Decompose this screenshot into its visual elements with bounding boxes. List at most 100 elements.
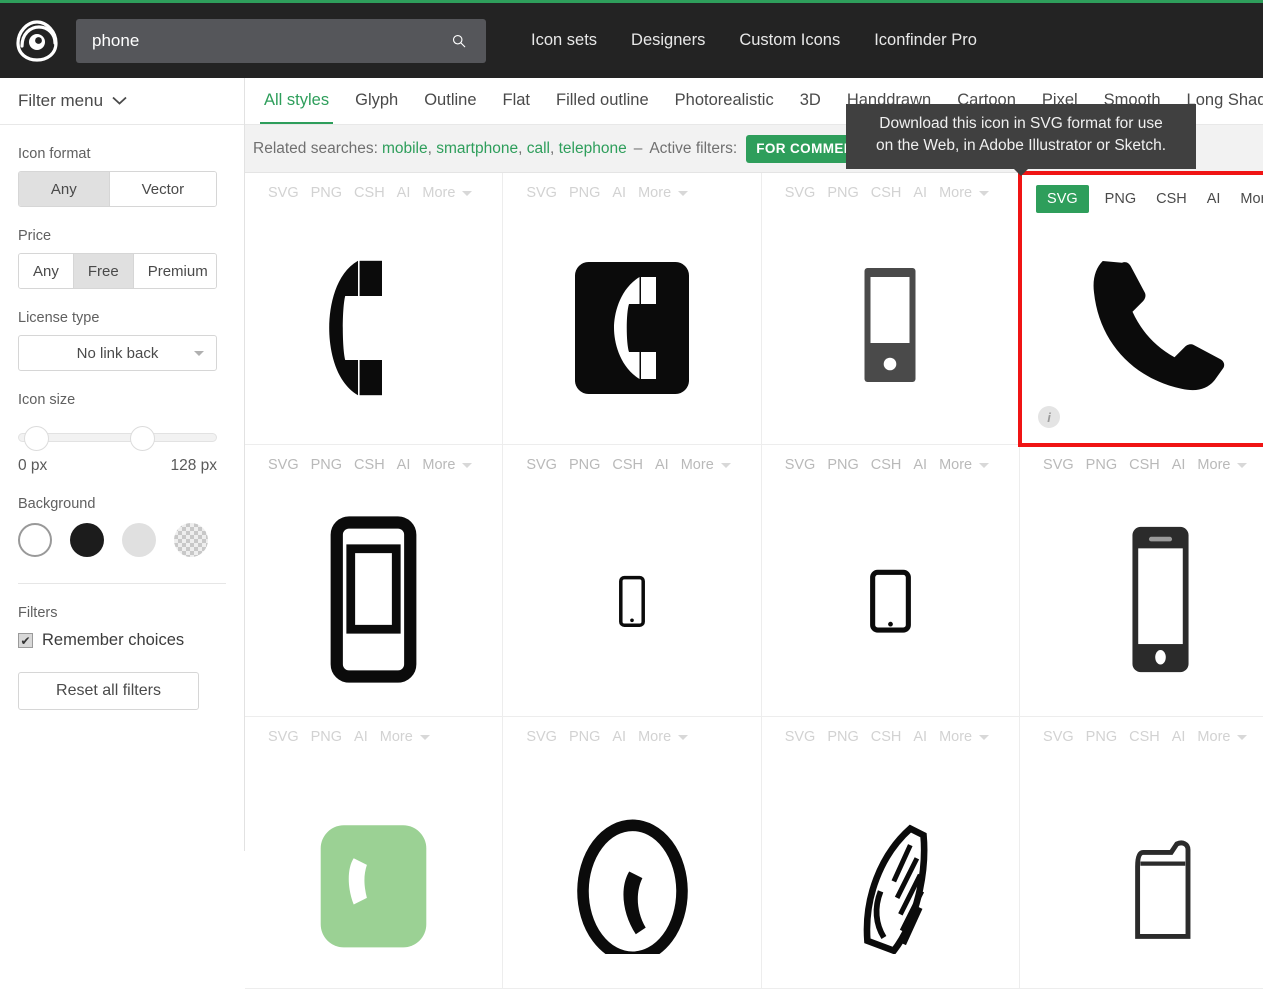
search-input[interactable] [90, 30, 446, 52]
background-swatch-transparent[interactable] [174, 523, 208, 557]
icon-format-option-any[interactable]: Any [19, 172, 110, 206]
search-bar[interactable] [76, 19, 486, 63]
format-svg[interactable]: SVG [1043, 457, 1074, 473]
format-svg[interactable]: SVG [785, 729, 816, 745]
icon-card[interactable]: SVG PNG CSH AI More [503, 445, 761, 717]
format-ai[interactable]: AI [1172, 729, 1186, 745]
format-csh[interactable]: CSH [1129, 457, 1160, 473]
format-png[interactable]: PNG [569, 185, 600, 201]
format-csh[interactable]: CSH [354, 185, 385, 201]
format-ai[interactable]: AI [354, 729, 368, 745]
related-term-call[interactable]: call [527, 140, 550, 158]
format-ai[interactable]: AI [655, 457, 669, 473]
info-icon[interactable]: i [1038, 406, 1060, 428]
format-png[interactable]: PNG [311, 457, 342, 473]
format-png[interactable]: PNG [827, 457, 858, 473]
icon-card[interactable]: SVG PNG CSH AI More [762, 445, 1020, 717]
background-swatch-black[interactable] [70, 523, 104, 557]
icon-card[interactable]: SVG PNG AI More [503, 717, 761, 989]
icon-card[interactable]: SVG PNG CSH AI More [1020, 445, 1263, 717]
search-icon[interactable] [446, 28, 472, 54]
format-ai[interactable]: AI [397, 185, 411, 201]
format-png[interactable]: PNG [569, 729, 600, 745]
nav-item-custom-icons[interactable]: Custom Icons [722, 31, 857, 50]
format-png[interactable]: PNG [827, 185, 858, 201]
iconfinder-eye-logo[interactable] [14, 18, 60, 64]
format-svg[interactable]: SVG [1043, 729, 1074, 745]
format-csh[interactable]: CSH [871, 729, 902, 745]
icon-card[interactable]: SVG PNG CSH AI More [762, 173, 1020, 445]
icon-card[interactable]: SVG PNG AI More [503, 173, 761, 445]
tab-flat[interactable]: Flat [490, 78, 544, 125]
license-type-select[interactable]: No link back [18, 335, 217, 371]
format-more[interactable]: More [380, 729, 430, 745]
reset-all-filters-button[interactable]: Reset all filters [18, 672, 199, 710]
format-more[interactable]: More [638, 185, 688, 201]
format-ai[interactable]: AI [397, 457, 411, 473]
price-option-premium[interactable]: Premium [134, 254, 217, 288]
format-png[interactable]: PNG [311, 729, 342, 745]
tab-3d[interactable]: 3D [787, 78, 834, 125]
icon-card[interactable]: SVG PNG AI More [245, 717, 503, 989]
icon-card[interactable]: SVG PNG CSH AI More [762, 717, 1020, 989]
remember-choices-checkbox[interactable]: ✔ [18, 633, 33, 648]
format-more[interactable]: More [1197, 729, 1247, 745]
format-ai[interactable]: AI [913, 185, 927, 201]
format-csh[interactable]: CSH [871, 185, 902, 201]
icon-format-segmented-control[interactable]: Any Vector [18, 171, 217, 207]
icon-card[interactable]: SVG PNG CSH AI More [1020, 717, 1263, 989]
price-option-free[interactable]: Free [74, 254, 134, 288]
tab-all-styles[interactable]: All styles [251, 78, 342, 125]
format-ai[interactable]: AI [612, 185, 626, 201]
icon-card[interactable]: SVG PNG CSH AI More [245, 173, 503, 445]
filter-menu-toggle[interactable]: Filter menu [0, 78, 244, 125]
format-svg[interactable]: SVG [268, 457, 299, 473]
related-term-telephone[interactable]: telephone [559, 140, 627, 158]
price-option-any[interactable]: Any [19, 254, 74, 288]
format-more[interactable]: More [939, 185, 989, 201]
background-swatch-light-gray[interactable] [122, 523, 156, 557]
slider-handle-min[interactable] [24, 426, 49, 451]
related-term-smartphone[interactable]: smartphone [436, 140, 518, 158]
nav-item-icon-sets[interactable]: Icon sets [514, 31, 614, 50]
format-csh[interactable]: CSH [1146, 191, 1197, 207]
related-term-mobile[interactable]: mobile [382, 140, 428, 158]
format-more[interactable]: More [1197, 457, 1247, 473]
format-ai[interactable]: AI [913, 457, 927, 473]
format-more[interactable]: More [422, 185, 472, 201]
format-csh[interactable]: CSH [1129, 729, 1160, 745]
icon-card-selected[interactable]: SVG PNG CSH AI More i ♥ [1020, 173, 1263, 445]
format-more[interactable]: More [939, 729, 989, 745]
icon-card[interactable]: SVG PNG CSH AI More [245, 445, 503, 717]
format-csh[interactable]: CSH [612, 457, 643, 473]
format-more[interactable]: More [1230, 191, 1263, 207]
format-more[interactable]: More [681, 457, 731, 473]
tab-outline[interactable]: Outline [411, 78, 489, 125]
icon-format-option-vector[interactable]: Vector [110, 172, 216, 206]
format-svg[interactable]: SVG [785, 185, 816, 201]
format-svg[interactable]: SVG [526, 185, 557, 201]
nav-item-iconfinder-pro[interactable]: Iconfinder Pro [857, 31, 994, 50]
format-svg[interactable]: SVG [526, 729, 557, 745]
format-png[interactable]: PNG [827, 729, 858, 745]
tab-glyph[interactable]: Glyph [342, 78, 411, 125]
format-png[interactable]: PNG [1086, 729, 1117, 745]
format-more[interactable]: More [638, 729, 688, 745]
format-csh[interactable]: CSH [871, 457, 902, 473]
format-png[interactable]: PNG [1095, 191, 1146, 207]
tab-filled-outline[interactable]: Filled outline [543, 78, 662, 125]
format-svg[interactable]: SVG [785, 457, 816, 473]
format-more[interactable]: More [939, 457, 989, 473]
nav-item-designers[interactable]: Designers [614, 31, 722, 50]
format-csh[interactable]: CSH [354, 457, 385, 473]
format-ai[interactable]: AI [612, 729, 626, 745]
format-svg[interactable]: SVG [526, 457, 557, 473]
format-ai[interactable]: AI [913, 729, 927, 745]
price-segmented-control[interactable]: Any Free Premium [18, 253, 217, 289]
format-png[interactable]: PNG [1086, 457, 1117, 473]
format-ai[interactable]: AI [1197, 191, 1231, 207]
format-more[interactable]: More [422, 457, 472, 473]
format-svg[interactable]: SVG [268, 185, 299, 201]
tab-photorealistic[interactable]: Photorealistic [662, 78, 787, 125]
format-svg[interactable]: SVG [268, 729, 299, 745]
